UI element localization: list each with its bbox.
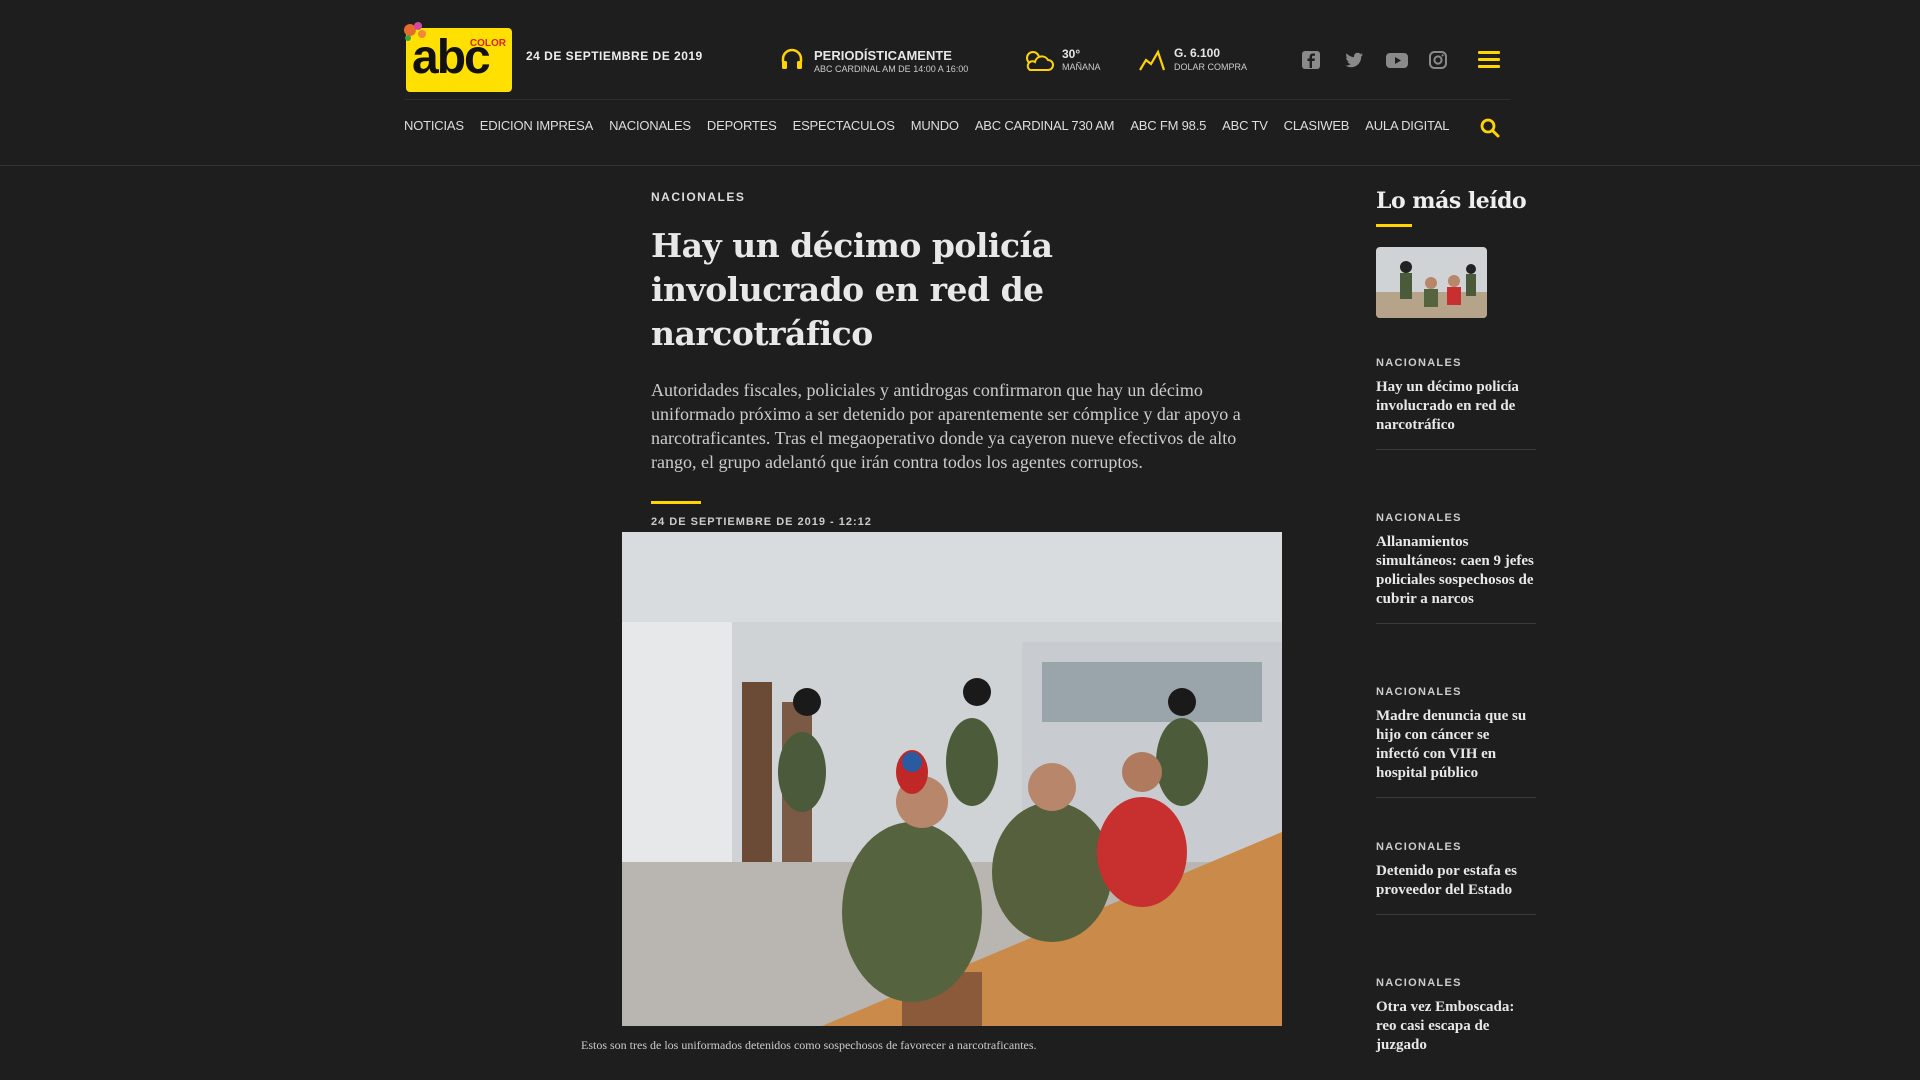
dollar-label: DOLAR COMPRA: [1174, 62, 1248, 72]
nav-clasiweb[interactable]: CLASIWEB: [1284, 118, 1350, 133]
main-nav: NOTICIAS EDICION IMPRESA NACIONALES DEPO…: [404, 118, 1465, 133]
header-divider: [404, 99, 1510, 100]
yellow-underline: [1376, 224, 1412, 227]
abc-logo[interactable]: abc COLOR: [404, 22, 512, 92]
weather-icon: [1026, 51, 1054, 71]
nav-deportes[interactable]: DEPORTES: [707, 118, 777, 133]
most-read-title: Lo más leído: [1376, 188, 1527, 214]
list-item[interactable]: NACIONALES Detenido por estafa es provee…: [1376, 841, 1536, 915]
nav-noticias[interactable]: NOTICIAS: [404, 118, 464, 133]
facebook-icon[interactable]: [1300, 50, 1322, 70]
yellow-divider: [651, 501, 701, 504]
weather-label: MAÑANA: [1062, 62, 1101, 72]
nav-edicion-impresa[interactable]: EDICION IMPRESA: [480, 118, 593, 133]
nav-abc-tv[interactable]: ABC TV: [1222, 118, 1268, 133]
nav-abc-fm[interactable]: ABC FM 98.5: [1130, 118, 1206, 133]
item-title: Allanamientos simultáneos: caen 9 jefes …: [1376, 534, 1534, 607]
list-item[interactable]: NACIONALES Allanamientos simultáneos: ca…: [1376, 512, 1536, 624]
radio-title: PERIODÍSTICAMENTE: [814, 48, 952, 63]
headphones-icon: [781, 48, 803, 69]
item-title: Madre denuncia que su hijo con cáncer se…: [1376, 708, 1527, 781]
nav-aula-digital[interactable]: AULA DIGITAL: [1365, 118, 1449, 133]
item-category: NACIONALES: [1376, 512, 1462, 524]
article-title: Hay un décimo policía involucrado en red…: [651, 226, 1053, 353]
site-header: abc COLOR 24 DE SEPTIEMBRE DE 2019 PERIO…: [0, 0, 1920, 166]
list-item[interactable]: NACIONALES Madre denuncia que su hijo co…: [1376, 686, 1536, 798]
article-photo[interactable]: [622, 532, 1282, 1026]
twitter-icon[interactable]: [1343, 50, 1365, 70]
item-title: Detenido por estafa es proveedor del Est…: [1376, 863, 1517, 898]
article-date: 24 DE SEPTIEMBRE DE 2019 - 12:12: [651, 516, 872, 528]
logo-subtext: COLOR: [469, 38, 506, 49]
nav-nacionales[interactable]: NACIONALES: [609, 118, 691, 133]
radio-schedule: ABC CARDINAL AM DE 14:00 A 16:00: [814, 64, 969, 74]
most-read-thumbnail[interactable]: [1376, 247, 1487, 318]
item-title: Hay un décimo policía involucrado en red…: [1376, 379, 1519, 433]
nav-abc-cardinal[interactable]: ABC CARDINAL 730 AM: [975, 118, 1115, 133]
most-read-sidebar: Lo más leído: [1376, 188, 1536, 318]
article-lead: Autoridades fiscales, policiales y antid…: [651, 380, 1241, 472]
instagram-icon[interactable]: [1427, 50, 1449, 70]
youtube-icon[interactable]: [1385, 50, 1409, 70]
list-item[interactable]: NACIONALES Hay un décimo policía involuc…: [1376, 357, 1536, 450]
article: NACIONALES Hay un décimo policía involuc…: [651, 190, 1241, 528]
header-date: 24 DE SEPTIEMBRE DE 2019: [526, 49, 703, 63]
nav-mundo[interactable]: MUNDO: [911, 118, 959, 133]
dollar-chart-icon: [1139, 49, 1166, 71]
item-category: NACIONALES: [1376, 686, 1462, 698]
article-category[interactable]: NACIONALES: [651, 190, 1241, 204]
item-category: NACIONALES: [1376, 841, 1462, 853]
nav-espectaculos[interactable]: ESPECTACULOS: [793, 118, 895, 133]
item-title: Otra vez Emboscada: reo casi escapa de j…: [1376, 999, 1515, 1053]
item-category: NACIONALES: [1376, 977, 1462, 989]
weather-temp: 30°: [1062, 47, 1081, 61]
search-icon[interactable]: [1480, 118, 1500, 138]
item-category: NACIONALES: [1376, 357, 1462, 369]
list-item[interactable]: NACIONALES Otra vez Emboscada: reo casi …: [1376, 977, 1536, 1069]
menu-icon[interactable]: [1478, 51, 1500, 69]
photo-caption: Estos son tres de los uniformados deteni…: [581, 1038, 1037, 1052]
dollar-value: G. 6.100: [1174, 46, 1221, 60]
